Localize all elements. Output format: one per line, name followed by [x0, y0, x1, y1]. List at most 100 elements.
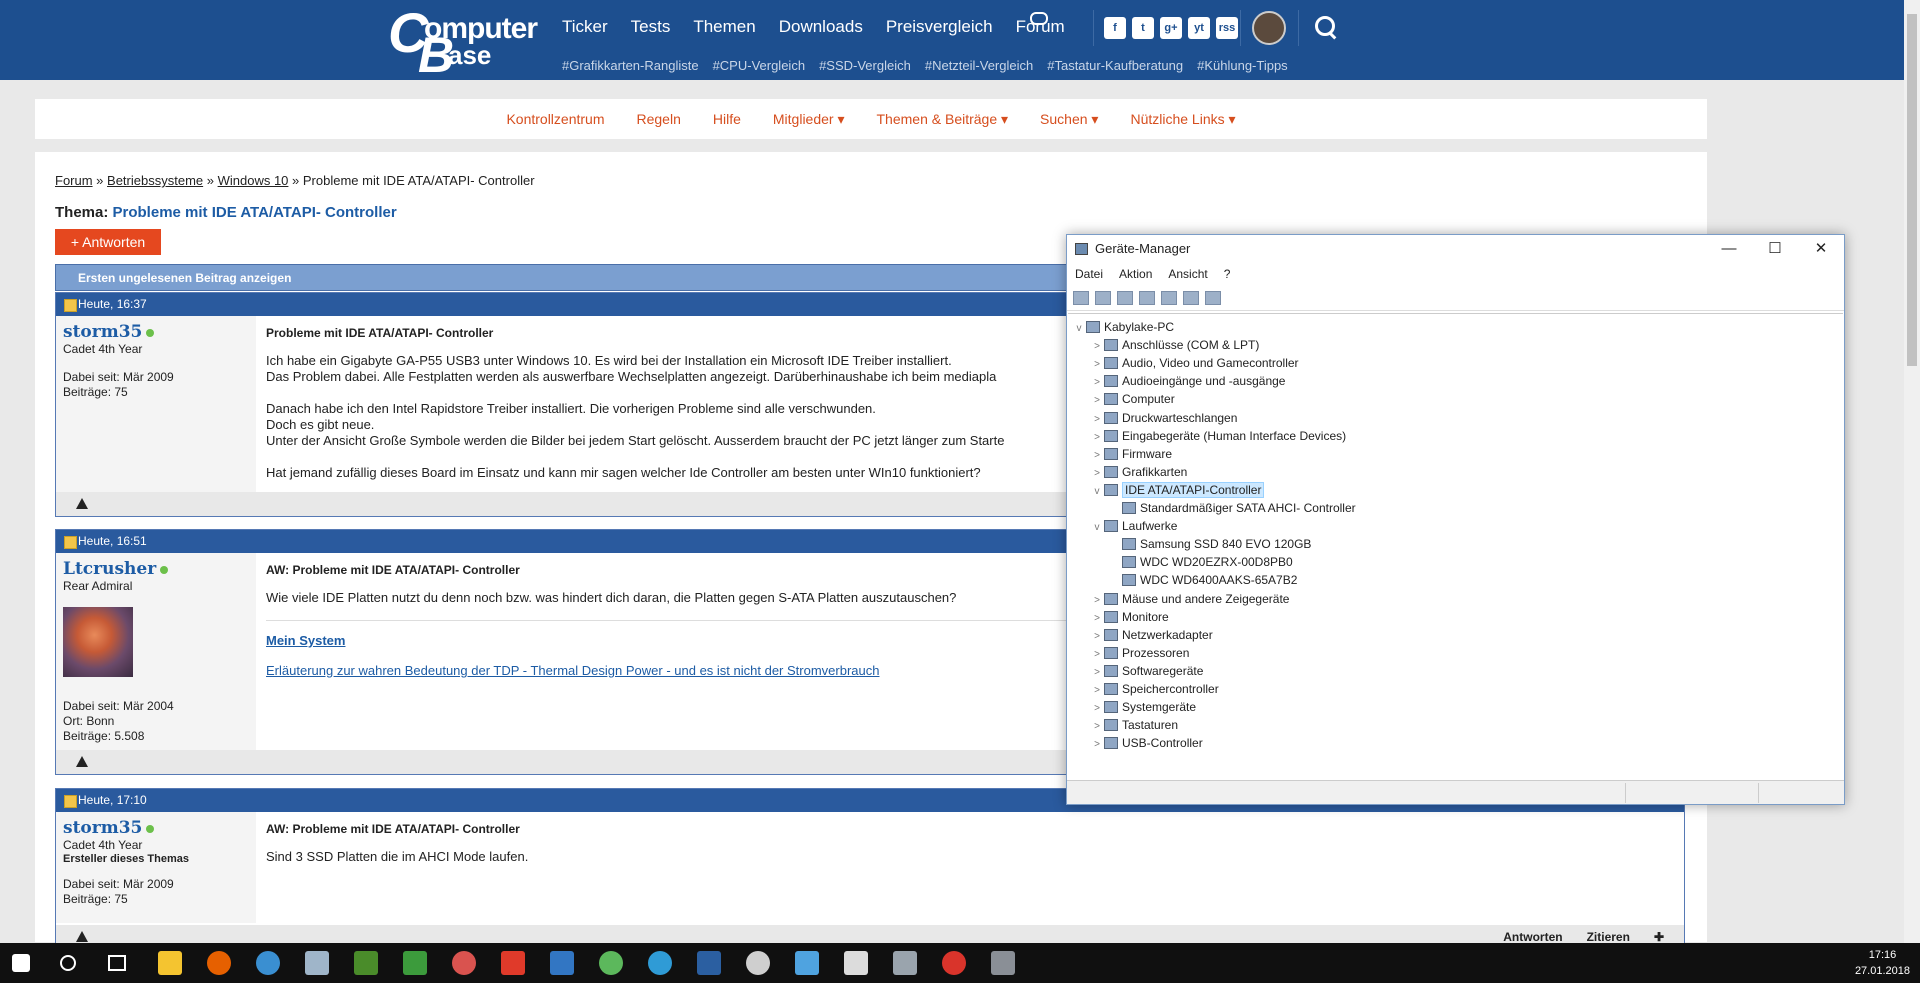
- user-avatar[interactable]: [1252, 11, 1286, 45]
- username[interactable]: storm35: [63, 322, 142, 342]
- report-icon[interactable]: [76, 931, 88, 942]
- settings-icon[interactable]: [746, 951, 770, 975]
- windows-start-icon[interactable]: [12, 954, 30, 972]
- tree-item[interactable]: Samsung SSD 840 EVO 120GB: [1108, 535, 1311, 553]
- report-icon[interactable]: [76, 756, 88, 767]
- tag-link[interactable]: #Netzteil-Vergleich: [925, 58, 1033, 73]
- tree-item[interactable]: > Firmware: [1090, 445, 1172, 463]
- nav-preisvergleich[interactable]: Preisvergleich: [886, 17, 993, 37]
- firefox-icon[interactable]: [207, 951, 231, 975]
- file-explorer-icon[interactable]: [158, 951, 182, 975]
- thread-title-link[interactable]: Probleme mit IDE ATA/ATAPI- Controller: [113, 204, 397, 221]
- view-icon[interactable]: [1183, 290, 1199, 305]
- app-icon[interactable]: [942, 951, 966, 975]
- app-icon[interactable]: [354, 951, 378, 975]
- task-view-icon[interactable]: [108, 955, 126, 971]
- tree-item[interactable]: > Computer: [1090, 390, 1175, 408]
- tree-item[interactable]: > Systemgeräte: [1090, 698, 1196, 716]
- subnav-nuetzliche-links[interactable]: Nützliche Links ▾: [1130, 111, 1235, 128]
- tree-item[interactable]: > Speichercontroller: [1090, 680, 1219, 698]
- tree-item[interactable]: > Audio, Video und Gamecontroller: [1090, 354, 1298, 372]
- multiquote-icon[interactable]: ✚: [1654, 930, 1664, 944]
- tree-item[interactable]: v Kabylake-PC: [1072, 318, 1175, 336]
- nav-themen[interactable]: Themen: [693, 17, 755, 37]
- search-icon[interactable]: [1313, 14, 1339, 40]
- menu-ansicht[interactable]: Ansicht: [1168, 263, 1207, 285]
- calculator-icon[interactable]: [844, 951, 868, 975]
- breadcrumb-betriebssysteme[interactable]: Betriebssysteme: [107, 173, 203, 188]
- quote-button[interactable]: Zitieren: [1587, 930, 1630, 944]
- tree-item[interactable]: > USB-Controller: [1090, 734, 1203, 752]
- thunderbird-icon[interactable]: [256, 951, 280, 975]
- calculator-app-icon[interactable]: [550, 951, 574, 975]
- device-manager-taskbar-icon[interactable]: [991, 951, 1015, 975]
- username[interactable]: storm35: [63, 818, 142, 838]
- tag-link[interactable]: #Kühlung-Tipps: [1197, 58, 1288, 73]
- help-icon[interactable]: [1161, 290, 1177, 305]
- tree-item[interactable]: > Druckwarteschlangen: [1090, 409, 1237, 427]
- signature-link[interactable]: Erläuterung zur wahren Bedeutung der TDP…: [266, 663, 879, 678]
- subnav-suchen[interactable]: Suchen ▾: [1040, 111, 1098, 128]
- username[interactable]: Ltcrusher: [63, 559, 156, 579]
- tag-link[interactable]: #Tastatur-Kaufberatung: [1047, 58, 1183, 73]
- subnav-mitglieder[interactable]: Mitglieder ▾: [773, 111, 845, 128]
- menu-aktion[interactable]: Aktion: [1119, 263, 1152, 285]
- expand-arrow-icon[interactable]: v: [1090, 483, 1104, 501]
- tree-item[interactable]: Standardmäßiger SATA AHCI- Controller: [1108, 499, 1356, 517]
- google-plus-icon[interactable]: g+: [1160, 17, 1182, 39]
- update-driver-icon[interactable]: [1139, 290, 1155, 305]
- tree-item[interactable]: > Monitore: [1090, 608, 1169, 626]
- report-icon[interactable]: [76, 498, 88, 509]
- search-taskbar-icon[interactable]: [60, 955, 76, 971]
- tag-link[interactable]: #CPU-Vergleich: [713, 58, 806, 73]
- app-icon[interactable]: [795, 951, 819, 975]
- breadcrumb-windows10[interactable]: Windows 10: [218, 173, 289, 188]
- computerbase-logo[interactable]: Computer Base: [388, 1, 540, 83]
- tree-item[interactable]: WDC WD6400AAKS-65A7B2: [1108, 571, 1297, 589]
- page-scrollbar[interactable]: [1904, 0, 1920, 943]
- tree-item[interactable]: v Laufwerke: [1090, 517, 1178, 537]
- menu-datei[interactable]: Datei: [1075, 263, 1103, 285]
- properties-icon[interactable]: [1117, 290, 1133, 305]
- menu-help[interactable]: ?: [1224, 263, 1231, 285]
- back-icon[interactable]: [1073, 290, 1089, 305]
- minimize-button[interactable]: —: [1706, 235, 1752, 263]
- window-titlebar[interactable]: Geräte-Manager — ☐ ✕: [1067, 235, 1844, 263]
- tree-item[interactable]: WDC WD20EZRX-00D8PB0: [1108, 553, 1293, 571]
- facebook-icon[interactable]: f: [1104, 17, 1126, 39]
- tree-item[interactable]: > Audioeingänge und -ausgänge: [1090, 372, 1285, 390]
- signature-link[interactable]: Mein System: [266, 633, 345, 648]
- tree-item[interactable]: > Eingabegeräte (Human Interface Devices): [1090, 427, 1346, 445]
- reply-post-button[interactable]: Antworten: [1503, 930, 1562, 944]
- breadcrumb-forum[interactable]: Forum: [55, 173, 93, 188]
- app-icon[interactable]: [893, 951, 917, 975]
- app-icon[interactable]: [501, 951, 525, 975]
- tree-item[interactable]: > Netzwerkadapter: [1090, 626, 1213, 644]
- tree-item[interactable]: > Anschlüsse (COM & LPT): [1090, 336, 1259, 354]
- tree-item[interactable]: v IDE ATA/ATAPI-Controller: [1090, 481, 1265, 501]
- expand-arrow-icon[interactable]: v: [1090, 519, 1104, 537]
- tree-item[interactable]: > Prozessoren: [1090, 644, 1189, 662]
- tree-item[interactable]: > Softwaregeräte: [1090, 662, 1203, 680]
- maximize-button[interactable]: ☐: [1752, 235, 1798, 263]
- reply-button[interactable]: + Antworten: [55, 229, 161, 255]
- nav-tests[interactable]: Tests: [631, 17, 671, 37]
- scan-hardware-icon[interactable]: [1205, 290, 1221, 305]
- app-icon[interactable]: [305, 951, 329, 975]
- forward-icon[interactable]: [1095, 290, 1111, 305]
- tag-link[interactable]: #SSD-Vergleich: [819, 58, 911, 73]
- close-button[interactable]: ✕: [1798, 235, 1844, 263]
- youtube-icon[interactable]: yt: [1188, 17, 1210, 39]
- subnav-regeln[interactable]: Regeln: [637, 111, 681, 127]
- app-icon[interactable]: [697, 951, 721, 975]
- tree-item[interactable]: > Mäuse und andere Zeigegeräte: [1090, 590, 1289, 608]
- clock[interactable]: 17:16 27.01.2018: [1855, 947, 1910, 979]
- xbox-icon[interactable]: [599, 951, 623, 975]
- tree-item[interactable]: > Grafikkarten: [1090, 463, 1187, 481]
- scrollbar-thumb[interactable]: [1907, 14, 1917, 366]
- twitter-icon[interactable]: t: [1132, 17, 1154, 39]
- tag-link[interactable]: #Grafikkarten-Rangliste: [562, 58, 699, 73]
- rss-icon[interactable]: rss: [1216, 17, 1238, 39]
- subnav-kontrollzentrum[interactable]: Kontrollzentrum: [506, 111, 604, 127]
- nav-ticker[interactable]: Ticker: [562, 17, 608, 37]
